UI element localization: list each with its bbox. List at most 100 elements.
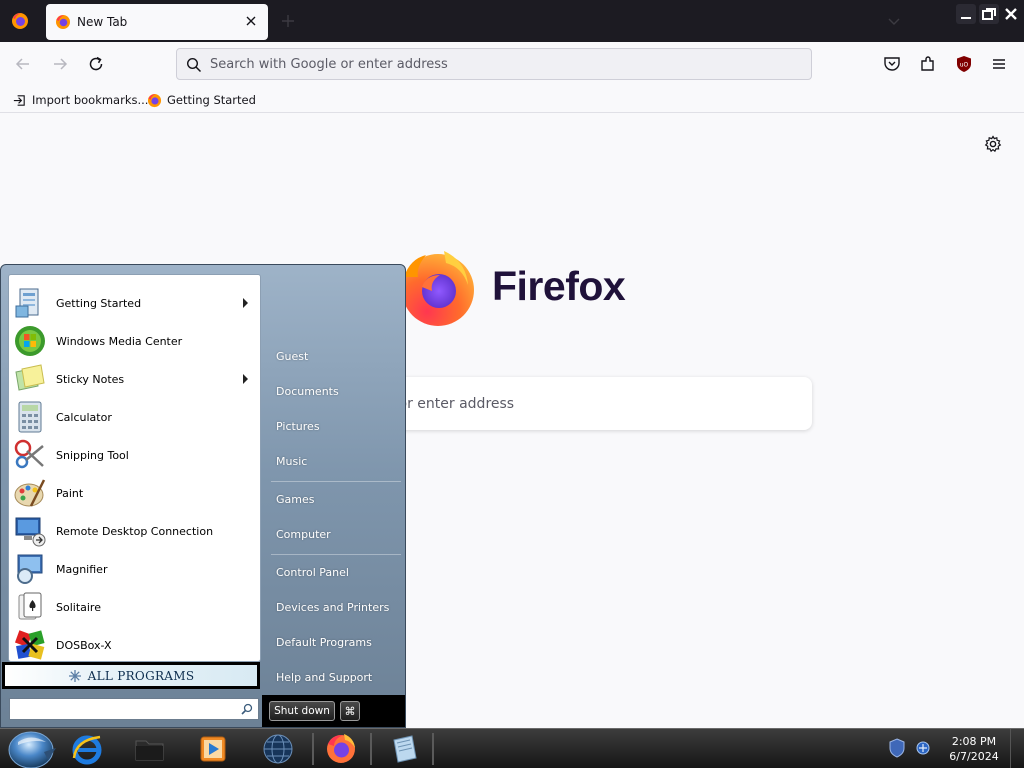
start-link-default-programs[interactable]: Default Programs bbox=[276, 636, 372, 649]
search-icon bbox=[186, 57, 202, 73]
program-label: Windows Media Center bbox=[56, 334, 183, 348]
navigation-toolbar: uO bbox=[0, 42, 1024, 86]
submenu-arrow-icon[interactable] bbox=[242, 373, 250, 385]
minimize-icon bbox=[961, 17, 971, 19]
bookmark-label: Import bookmarks... bbox=[32, 93, 149, 107]
back-arrow-icon[interactable] bbox=[13, 54, 33, 74]
start-link-games[interactable]: Games bbox=[276, 493, 314, 506]
browser-titlebar: New Tab bbox=[0, 0, 1024, 42]
program-getting-started[interactable]: Getting Started bbox=[10, 285, 259, 321]
pocket-icon[interactable] bbox=[882, 54, 902, 74]
bookmark-getting-started[interactable]: Getting Started bbox=[147, 91, 256, 109]
all-programs-button[interactable]: ALL PROGRAMS bbox=[2, 662, 260, 689]
program-magnifier[interactable]: Magnifier bbox=[10, 551, 259, 587]
program-remote-desktop[interactable]: Remote Desktop Connection bbox=[10, 513, 259, 549]
start-link-help-support[interactable]: Help and Support bbox=[276, 671, 372, 684]
program-label: DOSBox-X bbox=[56, 638, 112, 652]
start-link-music[interactable]: Music bbox=[276, 455, 307, 468]
media-player-icon[interactable] bbox=[196, 732, 230, 766]
search-icon bbox=[241, 703, 253, 715]
start-divider bbox=[271, 554, 401, 555]
bookmarks-toolbar: Import bookmarks... Getting Started bbox=[0, 86, 1024, 113]
program-solitaire[interactable]: Solitaire bbox=[10, 589, 259, 625]
program-label: Magnifier bbox=[56, 562, 108, 576]
bookmark-import[interactable]: Import bookmarks... bbox=[12, 91, 148, 109]
firefox-taskbar-icon[interactable] bbox=[324, 732, 358, 766]
firefox-favicon-icon bbox=[56, 15, 70, 29]
program-calculator[interactable]: Calculator bbox=[10, 399, 259, 435]
start-link-devices-printers[interactable]: Devices and Printers bbox=[276, 601, 389, 614]
firefox-favicon-icon bbox=[147, 93, 162, 107]
media-center-icon bbox=[15, 326, 45, 356]
calculator-icon bbox=[18, 401, 42, 433]
snowflake-icon bbox=[68, 669, 81, 682]
ublock-origin-icon[interactable]: uO bbox=[954, 54, 974, 74]
snipping-tool-icon bbox=[14, 439, 44, 469]
bookmark-label: Getting Started bbox=[167, 93, 256, 107]
start-link-control-panel[interactable]: Control Panel bbox=[276, 566, 349, 579]
program-snipping-tool[interactable]: Snipping Tool bbox=[10, 437, 259, 473]
globe-icon[interactable] bbox=[261, 732, 295, 766]
new-tab-plus-icon[interactable] bbox=[280, 13, 296, 29]
start-search-box[interactable] bbox=[9, 698, 259, 720]
tab-title: New Tab bbox=[77, 15, 128, 29]
solitaire-icon bbox=[18, 592, 42, 620]
internet-explorer-icon[interactable] bbox=[70, 732, 104, 766]
program-dosbox-x[interactable]: DOSBox-X bbox=[10, 627, 259, 663]
start-programs-pane: Getting Started Windows Media Center Sti… bbox=[8, 274, 261, 662]
paint-icon bbox=[14, 479, 46, 507]
start-link-documents[interactable]: Documents bbox=[276, 385, 339, 398]
firefox-view-icon[interactable] bbox=[10, 11, 30, 31]
program-label: Remote Desktop Connection bbox=[56, 524, 214, 538]
security-shield-icon[interactable] bbox=[888, 738, 906, 758]
all-programs-label: ALL PROGRAMS bbox=[87, 668, 195, 683]
window-restore-button[interactable] bbox=[979, 4, 999, 24]
gear-icon[interactable] bbox=[984, 135, 1002, 153]
network-icon[interactable] bbox=[914, 738, 932, 758]
firefox-wordmark: Firefox bbox=[492, 263, 626, 309]
start-search-input[interactable] bbox=[14, 701, 234, 717]
taskbar-separator bbox=[432, 733, 434, 765]
start-link-pictures[interactable]: Pictures bbox=[276, 420, 320, 433]
system-tray bbox=[888, 738, 932, 760]
window-minimize-button[interactable] bbox=[956, 4, 976, 24]
program-windows-media-center[interactable]: Windows Media Center bbox=[10, 323, 259, 359]
program-sticky-notes[interactable]: Sticky Notes bbox=[10, 361, 259, 397]
close-window-icon bbox=[1005, 8, 1017, 20]
program-label: Snipping Tool bbox=[56, 448, 129, 462]
shutdown-button[interactable]: Shut down bbox=[269, 701, 335, 721]
program-label: Paint bbox=[56, 486, 84, 500]
remote-desktop-icon bbox=[15, 517, 46, 547]
start-orb-icon[interactable] bbox=[4, 730, 60, 768]
extensions-puzzle-icon[interactable] bbox=[918, 54, 938, 74]
forward-arrow-icon[interactable] bbox=[50, 54, 70, 74]
tab-new-tab[interactable]: New Tab bbox=[46, 4, 268, 40]
restore-icon bbox=[982, 8, 996, 20]
program-label: Sticky Notes bbox=[56, 372, 125, 386]
program-label: Getting Started bbox=[56, 296, 142, 310]
program-paint[interactable]: Paint bbox=[10, 475, 259, 511]
shutdown-options-button[interactable]: ⌘ bbox=[340, 701, 360, 721]
notes-app-icon[interactable] bbox=[388, 732, 422, 766]
url-input[interactable] bbox=[210, 54, 790, 74]
taskbar-separator bbox=[370, 733, 372, 765]
clock-time: 2:08 PM bbox=[951, 735, 997, 748]
window-close-button[interactable] bbox=[1001, 4, 1021, 24]
address-bar[interactable] bbox=[176, 48, 812, 80]
svg-text:uO: uO bbox=[960, 62, 969, 69]
submenu-arrow-icon[interactable] bbox=[242, 297, 250, 309]
hamburger-menu-icon[interactable] bbox=[989, 54, 1009, 74]
close-tab-icon[interactable] bbox=[243, 13, 259, 29]
all-programs-bar: ALL PROGRAMS bbox=[5, 665, 257, 686]
list-all-tabs-chevron-icon[interactable] bbox=[886, 13, 902, 29]
start-link-guest[interactable]: Guest bbox=[276, 350, 308, 363]
program-label: Calculator bbox=[56, 410, 112, 424]
show-desktop-button[interactable] bbox=[1010, 729, 1024, 768]
taskbar-clock[interactable]: 2:08 PM 6/7/2024 bbox=[944, 734, 1004, 764]
file-explorer-icon[interactable] bbox=[133, 732, 167, 766]
reload-icon[interactable] bbox=[86, 54, 106, 74]
getting-started-icon bbox=[15, 288, 39, 318]
start-menu: Getting Started Windows Media Center Sti… bbox=[0, 264, 406, 728]
start-link-computer[interactable]: Computer bbox=[276, 528, 331, 541]
start-divider bbox=[271, 481, 401, 482]
